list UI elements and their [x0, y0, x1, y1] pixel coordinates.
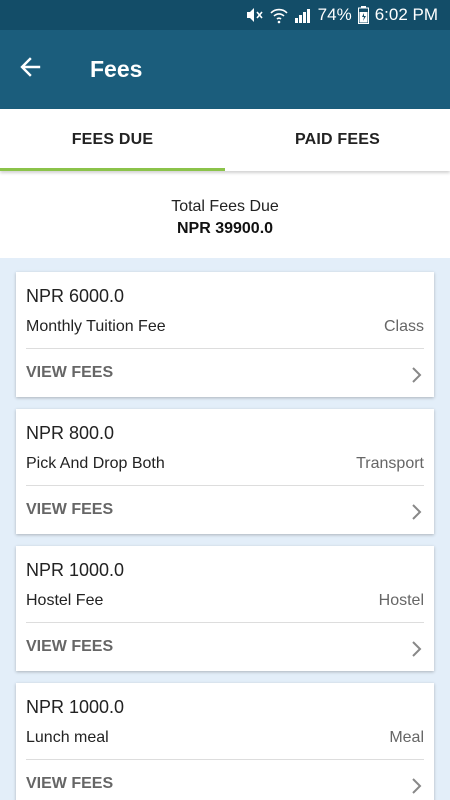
- fee-name: Lunch meal: [26, 729, 109, 746]
- fee-amount: NPR 6000.0: [26, 286, 125, 306]
- chevron-right-icon[interactable]: [410, 777, 422, 800]
- app-bar: Fees: [0, 30, 450, 109]
- divider: [26, 759, 424, 760]
- chevron-right-icon[interactable]: [410, 503, 422, 526]
- view-fees-button[interactable]: VIEW FEES: [26, 364, 113, 382]
- divider: [26, 622, 424, 623]
- view-fees-button[interactable]: VIEW FEES: [26, 638, 113, 656]
- view-fees-button[interactable]: VIEW FEES: [26, 775, 113, 793]
- fee-name: Monthly Tuition Fee: [26, 318, 166, 335]
- page-title: Fees: [90, 56, 143, 82]
- clock: 6:02 PM: [374, 5, 438, 24]
- fee-category: Meal: [389, 729, 424, 746]
- status-bar: 74% 6:02 PM: [0, 0, 450, 30]
- wifi-icon: [270, 6, 288, 24]
- fee-amount: NPR 800.0: [26, 423, 115, 443]
- total-fees-label: Total Fees Due: [171, 197, 279, 215]
- view-fees-button[interactable]: VIEW FEES: [26, 501, 113, 519]
- fee-card: NPR 1000.0 Hostel Fee Hostel VIEW FEES: [16, 546, 434, 671]
- back-button[interactable]: [0, 30, 60, 109]
- fee-amount: NPR 1000.0: [26, 560, 125, 580]
- fee-category: Hostel: [378, 592, 424, 609]
- chevron-right-icon[interactable]: [410, 366, 422, 389]
- chevron-right-icon[interactable]: [410, 640, 422, 663]
- battery-icon: [357, 6, 369, 24]
- fee-name: Pick And Drop Both: [26, 455, 165, 472]
- arrow-left-icon: [18, 55, 42, 84]
- fee-card: NPR 6000.0 Monthly Tuition Fee Class VIE…: [16, 272, 434, 397]
- signal-icon: [294, 6, 312, 24]
- fee-amount: NPR 1000.0: [26, 697, 125, 717]
- fee-category: Class: [383, 318, 424, 335]
- fee-name: Hostel Fee: [26, 592, 104, 609]
- divider: [26, 485, 424, 486]
- fee-category: Transport: [356, 455, 424, 472]
- fees-summary: Total Fees Due NPR 39900.0: [0, 171, 450, 258]
- total-fees-value: NPR 39900.0: [176, 219, 274, 237]
- fees-list: NPR 6000.0 Monthly Tuition Fee Class VIE…: [0, 258, 450, 800]
- fee-card: NPR 800.0 Pick And Drop Both Transport V…: [16, 409, 434, 534]
- mute-icon: [244, 6, 264, 24]
- battery-percent: 74%: [317, 5, 352, 24]
- divider: [26, 348, 424, 349]
- tab-fees-due[interactable]: FEES DUE: [0, 109, 225, 171]
- tab-paid-fees[interactable]: PAID FEES: [225, 109, 450, 171]
- tab-bar: FEES DUE PAID FEES: [0, 109, 450, 171]
- fee-card: NPR 1000.0 Lunch meal Meal VIEW FEES: [16, 683, 434, 800]
